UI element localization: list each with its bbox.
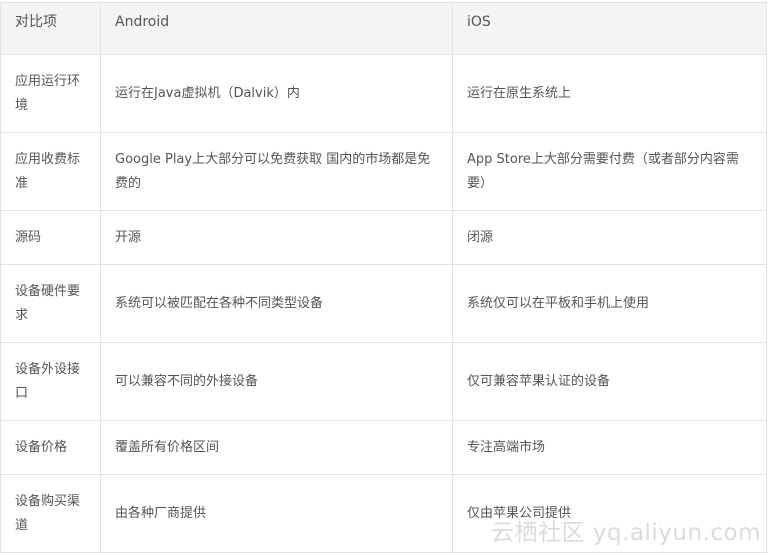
ios-cell: 专注高端市场 <box>452 420 767 475</box>
ios-cell: 运行在原生系统上 <box>452 54 767 133</box>
ios-cell: 仅可兼容苹果认证的设备 <box>452 342 767 421</box>
android-cell: 可以兼容不同的外接设备 <box>100 342 453 421</box>
ios-cell: 仅由苹果公司提供 <box>452 474 767 553</box>
table-row: 设备价格 覆盖所有价格区间 专注高端市场 <box>0 420 767 475</box>
comparison-table: 对比项 Android iOS 应用运行环境 运行在Java虚拟机（Dalvik… <box>0 2 767 553</box>
android-cell: 开源 <box>100 210 453 265</box>
row-label: 设备硬件要求 <box>0 264 101 343</box>
row-label: 应用收费标准 <box>0 132 101 211</box>
row-label: 设备价格 <box>0 420 101 475</box>
table-row: 源码 开源 闭源 <box>0 210 767 265</box>
ios-cell: App Store上大部分需要付费（或者部分内容需要） <box>452 132 767 211</box>
android-cell: 系统可以被匹配在各种不同类型设备 <box>100 264 453 343</box>
row-label: 应用运行环境 <box>0 54 101 133</box>
android-cell: 由各种厂商提供 <box>100 474 453 553</box>
android-cell: 覆盖所有价格区间 <box>100 420 453 475</box>
row-label: 源码 <box>0 210 101 265</box>
row-label: 设备购买渠道 <box>0 474 101 553</box>
android-cell: Google Play上大部分可以免费获取 国内的市场都是免费的 <box>100 132 453 211</box>
table-row: 设备购买渠道 由各种厂商提供 仅由苹果公司提供 <box>0 474 767 553</box>
table-row: 应用收费标准 Google Play上大部分可以免费获取 国内的市场都是免费的 … <box>0 132 767 211</box>
table-row: 应用运行环境 运行在Java虚拟机（Dalvik）内 运行在原生系统上 <box>0 54 767 133</box>
header-android: Android <box>100 2 453 55</box>
header-ios: iOS <box>452 2 767 55</box>
ios-cell: 系统仅可以在平板和手机上使用 <box>452 264 767 343</box>
row-label: 设备外设接口 <box>0 342 101 421</box>
header-item: 对比项 <box>0 2 101 55</box>
ios-cell: 闭源 <box>452 210 767 265</box>
android-cell: 运行在Java虚拟机（Dalvik）内 <box>100 54 453 133</box>
table-row: 设备硬件要求 系统可以被匹配在各种不同类型设备 系统仅可以在平板和手机上使用 <box>0 264 767 343</box>
table-row: 设备外设接口 可以兼容不同的外接设备 仅可兼容苹果认证的设备 <box>0 342 767 421</box>
header-row: 对比项 Android iOS <box>0 2 767 55</box>
